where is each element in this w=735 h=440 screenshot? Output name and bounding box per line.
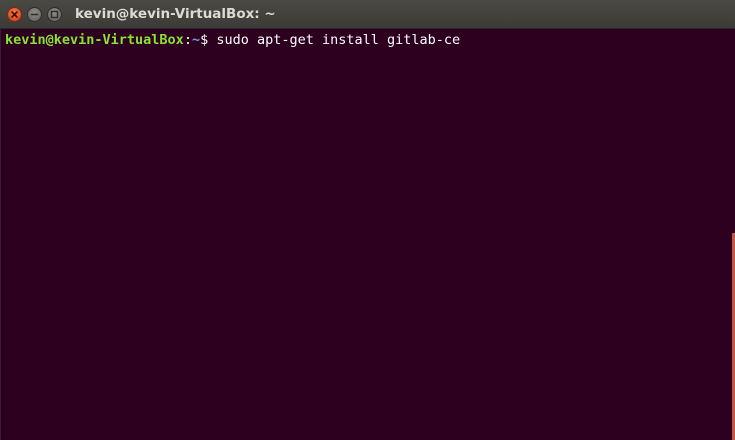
terminal-area[interactable]: kevin@kevin-VirtualBox:~$ sudo apt-get i… [0,29,735,440]
command-text: sudo apt-get install gitlab-ce [216,32,461,48]
prompt-cwd: ~ [191,32,201,48]
minimize-button[interactable] [27,7,42,22]
window-title: kevin@kevin-VirtualBox: ~ [75,6,276,22]
maximize-button[interactable] [47,7,62,22]
close-icon [11,11,18,18]
title-bar[interactable]: kevin@kevin-VirtualBox: ~ [0,0,735,29]
terminal-window: kevin@kevin-VirtualBox: ~ kevin@kevin-Vi… [0,0,735,440]
prompt-symbol: $ [200,32,217,48]
command-line: kevin@kevin-VirtualBox:~$ sudo apt-get i… [5,31,460,49]
minimize-icon [30,13,39,16]
maximize-icon [50,10,59,19]
prompt-user-host: kevin@kevin-VirtualBox [5,32,184,48]
close-button[interactable] [7,7,22,22]
prompt-separator: : [183,32,192,48]
